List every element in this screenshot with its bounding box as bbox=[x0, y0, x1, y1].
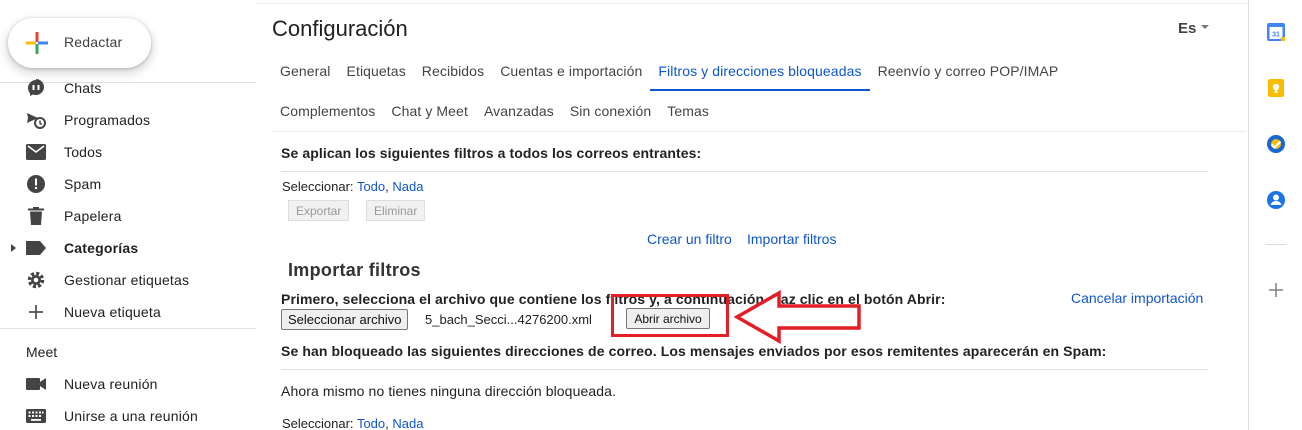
annotation-arrow-icon bbox=[734, 290, 861, 344]
import-filters-title: Importar filtros bbox=[288, 260, 421, 280]
tabs-divider bbox=[272, 131, 1246, 132]
language-label: Es bbox=[1178, 20, 1197, 37]
blocked-divider bbox=[281, 369, 1208, 370]
filters-divider bbox=[281, 171, 1208, 172]
compose-label: Redactar bbox=[64, 34, 123, 50]
sidebar-item-label: Spam bbox=[64, 176, 102, 192]
choose-file-button[interactable]: Seleccionar archivo bbox=[281, 309, 409, 330]
tab-sin-conexion[interactable]: Sin conexión bbox=[562, 91, 659, 131]
sidebar-item-papelera[interactable]: Papelera bbox=[0, 200, 256, 232]
blocked-heading: Se han bloqueado las siguientes direccio… bbox=[281, 343, 1107, 359]
tab-cuentas[interactable]: Cuentas e importación bbox=[492, 51, 650, 91]
keep-icon[interactable] bbox=[1266, 78, 1286, 98]
sidebar: Redactar Chats Programados Todos Spam Pa… bbox=[0, 0, 256, 430]
tab-etiquetas[interactable]: Etiquetas bbox=[339, 51, 414, 91]
select-none-link[interactable]: Nada bbox=[392, 179, 423, 194]
blocked-select-line: Seleccionar: Todo, Nada bbox=[282, 416, 423, 430]
sidebar-item-label: Chats bbox=[64, 80, 102, 96]
import-filters-link[interactable]: Importar filtros bbox=[747, 231, 836, 247]
sidebar-item-nueva-reunion[interactable]: Nueva reunión bbox=[0, 368, 256, 400]
sidebar-item-label: Categorías bbox=[64, 240, 139, 256]
mail-icon bbox=[26, 142, 46, 162]
sidebar-item-unirse-reunion[interactable]: Unirse a una reunión bbox=[0, 400, 256, 430]
sidebar-item-chats[interactable]: Chats bbox=[0, 72, 256, 104]
settings-main: Configuración Es General Etiquetas Recib… bbox=[256, 0, 1246, 430]
meet-divider bbox=[0, 328, 256, 329]
tab-temas[interactable]: Temas bbox=[659, 91, 717, 131]
select-none-link[interactable]: Nada bbox=[392, 416, 423, 430]
sidebar-item-gestionar-etiquetas[interactable]: Gestionar etiquetas bbox=[0, 264, 256, 296]
sidebar-item-label: Papelera bbox=[64, 208, 122, 224]
tab-reenvio[interactable]: Reenvío y correo POP/IMAP bbox=[870, 51, 1067, 91]
sidebar-item-categorias[interactable]: Categorías bbox=[0, 232, 256, 264]
tab-general[interactable]: General bbox=[272, 51, 339, 91]
spam-icon bbox=[26, 174, 46, 194]
sidebar-item-label: Unirse a una reunión bbox=[64, 408, 198, 424]
expand-arrow-icon[interactable] bbox=[11, 244, 16, 252]
label-icon bbox=[26, 238, 46, 258]
settings-tabs-row-1: General Etiquetas Recibidos Cuentas e im… bbox=[272, 51, 1066, 91]
tasks-icon[interactable] bbox=[1266, 134, 1286, 154]
select-all-link[interactable]: Todo bbox=[357, 416, 385, 430]
settings-tabs-row-2: Complementos Chat y Meet Avanzadas Sin c… bbox=[272, 91, 717, 131]
sidebar-item-label: Gestionar etiquetas bbox=[64, 272, 190, 288]
tab-complementos[interactable]: Complementos bbox=[272, 91, 383, 131]
contacts-icon[interactable] bbox=[1266, 190, 1286, 210]
export-button[interactable]: Exportar bbox=[288, 200, 350, 221]
delete-button[interactable]: Eliminar bbox=[366, 200, 426, 221]
select-label: Seleccionar: bbox=[282, 179, 354, 194]
sidebar-item-nueva-etiqueta[interactable]: Nueva etiqueta bbox=[0, 296, 256, 328]
compose-plus-icon bbox=[26, 32, 48, 54]
calendar-icon[interactable]: 31 bbox=[1266, 22, 1286, 42]
page-title: Configuración bbox=[272, 16, 408, 41]
chat-icon bbox=[26, 78, 46, 98]
video-icon bbox=[26, 374, 46, 394]
plus-icon bbox=[26, 302, 46, 322]
side-panel-rail: 31 bbox=[1249, 0, 1302, 430]
selected-file-name: 5_bach_Secci...4276200.xml bbox=[425, 312, 592, 327]
filters-select-line: Seleccionar: Todo, Nada bbox=[282, 179, 423, 194]
tab-chat-meet[interactable]: Chat y Meet bbox=[383, 91, 476, 131]
tab-recibidos[interactable]: Recibidos bbox=[414, 51, 492, 91]
caret-down-icon bbox=[1201, 25, 1210, 29]
tab-filtros[interactable]: Filtros y direcciones bloqueadas bbox=[650, 51, 870, 91]
sidebar-item-label: Nueva etiqueta bbox=[64, 304, 161, 320]
compose-button[interactable]: Redactar bbox=[8, 18, 151, 68]
gear-icon bbox=[26, 270, 46, 290]
blocked-empty-message: Ahora mismo no tienes ninguna dirección … bbox=[281, 383, 616, 399]
sidebar-item-label: Todos bbox=[64, 144, 103, 160]
select-label: Seleccionar: bbox=[282, 416, 354, 430]
add-icon[interactable] bbox=[1266, 280, 1286, 300]
cancel-import-link[interactable]: Cancelar importación bbox=[1071, 290, 1203, 306]
language-selector[interactable]: Es bbox=[1178, 20, 1210, 37]
rail-separator bbox=[1266, 244, 1286, 245]
tab-avanzadas[interactable]: Avanzadas bbox=[476, 91, 562, 131]
sidebar-item-label: Programados bbox=[64, 112, 151, 128]
sidebar-item-todos[interactable]: Todos bbox=[0, 136, 256, 168]
meet-section-title: Meet bbox=[26, 344, 58, 360]
sidebar-item-spam[interactable]: Spam bbox=[0, 168, 256, 200]
create-filter-link[interactable]: Crear un filtro bbox=[647, 231, 732, 247]
scheduled-icon bbox=[26, 110, 46, 130]
sidebar-item-label: Nueva reunión bbox=[64, 376, 158, 392]
calendar-day-text: 31 bbox=[1272, 32, 1280, 39]
sidebar-item-programados[interactable]: Programados bbox=[0, 104, 256, 136]
keyboard-icon bbox=[26, 406, 46, 426]
annotation-highlight-box bbox=[611, 294, 729, 337]
trash-icon bbox=[26, 206, 46, 226]
select-all-link[interactable]: Todo bbox=[357, 179, 385, 194]
filters-heading: Se aplican los siguientes filtros a todo… bbox=[281, 145, 702, 161]
